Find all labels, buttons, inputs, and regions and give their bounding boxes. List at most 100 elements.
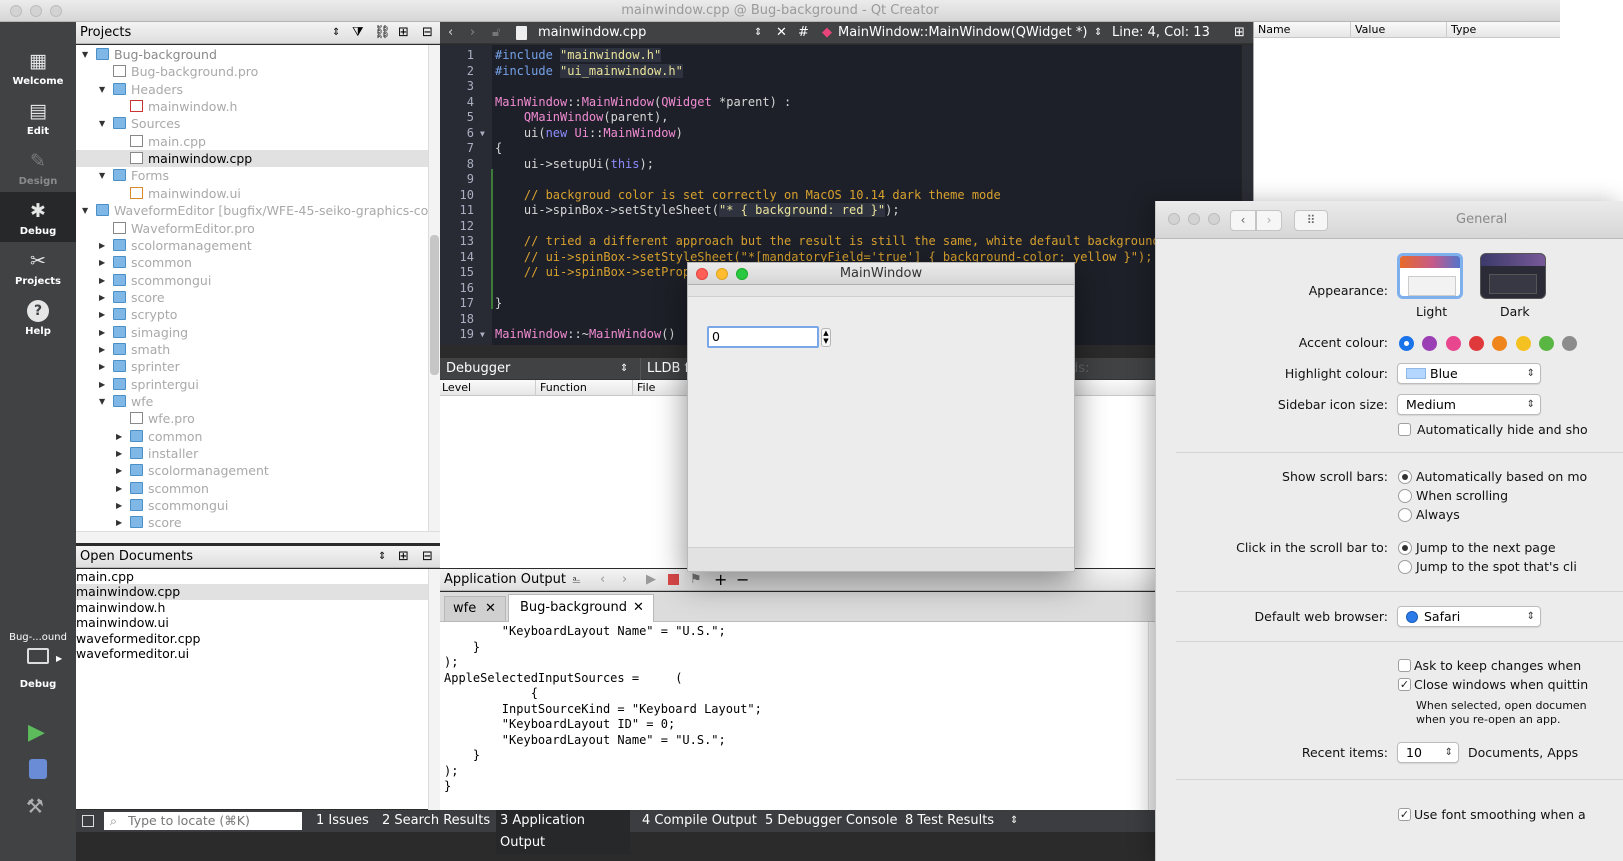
editor-file-name[interactable]: mainwindow.cpp (538, 22, 646, 44)
stack-col-level[interactable]: Level (442, 380, 471, 396)
back-icon[interactable]: ‹ (448, 22, 453, 44)
updown-icon[interactable]: ⇕ (378, 546, 386, 568)
tree-item[interactable]: Bug-background.pro (76, 63, 428, 80)
tree-item[interactable]: ▶ scommon (76, 254, 428, 271)
tree-item[interactable]: ▼ Headers (76, 81, 428, 98)
tree-item[interactable]: main.cpp (76, 133, 428, 150)
updown-icon[interactable]: ⇕ (754, 22, 762, 44)
tree-item[interactable]: ▶ sprinter (76, 358, 428, 375)
tree-item[interactable]: mainwindow.cpp (76, 150, 428, 168)
project-tree-hscrollbar[interactable] (76, 531, 440, 543)
open-docs-scrollbar[interactable] (428, 569, 440, 810)
open-document-item[interactable]: waveformeditor.cpp (76, 631, 428, 647)
close-pane-icon[interactable]: ⊟ (422, 546, 433, 568)
pane-issues[interactable]: 1 Issues (316, 810, 369, 832)
toggle-sidebar-icon[interactable] (82, 815, 94, 827)
updown-icon[interactable]: ⇕ (620, 358, 628, 380)
font-smoothing-checkbox[interactable]: ✓ (1398, 808, 1411, 821)
chevron-right-icon[interactable]: ▶ (116, 497, 124, 514)
tree-item[interactable]: ▶ scommongui (76, 497, 428, 514)
tree-item[interactable]: ▼ Bug-background (76, 46, 428, 63)
tree-item[interactable]: WaveformEditor.pro (76, 220, 428, 237)
tree-item[interactable]: mainwindow.ui (76, 185, 428, 202)
project-tree[interactable]: ▼ Bug-background Bug-background.pro ▼ Header… (76, 45, 428, 543)
open-documents-list[interactable]: main.cpp mainwindow.cpp mainwindow.h mainwi… (76, 569, 428, 809)
pane-test-results[interactable]: 8 Test Results (905, 810, 994, 832)
minimize-icon[interactable] (1188, 213, 1200, 225)
accent-colour-swatch[interactable] (1515, 336, 1531, 351)
accent-colour-swatch[interactable] (1538, 336, 1554, 351)
zoom-icon[interactable] (1208, 213, 1220, 225)
accent-colour-swatch[interactable] (1422, 336, 1438, 351)
chevron-right-icon[interactable]: ▶ (99, 341, 107, 358)
tree-item[interactable]: ▼ wfe (76, 393, 428, 410)
attach-icon[interactable]: ⚑ (690, 569, 702, 591)
tree-item[interactable]: ▶ score (76, 289, 428, 306)
chevron-down-icon[interactable]: ▼ (99, 393, 107, 410)
locals-col-name[interactable]: Name (1258, 22, 1290, 38)
accent-colour-swatch[interactable] (1468, 336, 1484, 351)
zoom-icon[interactable] (50, 5, 62, 17)
scroll-auto-radio[interactable] (1398, 470, 1412, 484)
spinbox-stepper[interactable]: ▲ ▼ (821, 328, 831, 347)
forward-icon[interactable]: › (1256, 210, 1282, 231)
ask-keep-changes-checkbox[interactable] (1398, 659, 1411, 672)
run-icon[interactable]: ▶ (28, 720, 45, 745)
chevron-right-icon[interactable]: ▶ (99, 358, 107, 375)
close-icon[interactable] (10, 5, 22, 17)
scroll-always-radio[interactable] (1398, 508, 1412, 522)
pane-search-results[interactable]: 2 Search Results (382, 810, 490, 832)
scroll-thumb[interactable] (430, 235, 439, 375)
jump-next-page-radio[interactable] (1398, 541, 1412, 555)
close-tab-icon[interactable]: ✕ (633, 595, 644, 621)
rerun-icon[interactable]: ▶ (646, 569, 656, 591)
appearance-light-thumb[interactable] (1397, 253, 1463, 299)
chevron-right-icon[interactable]: ▶ (99, 254, 107, 271)
chevron-down-icon[interactable]: ▼ (99, 81, 107, 98)
chevron-down-icon[interactable]: ▼ (99, 167, 107, 184)
app-output-text[interactable]: "KeyboardLayout Name" = "U.S."; }); Apple… (440, 622, 1160, 810)
stop-icon[interactable] (668, 574, 679, 585)
auto-hide-checkbox[interactable] (1398, 423, 1411, 436)
split-icon[interactable]: ⊞ (398, 22, 409, 44)
locator-input[interactable]: ⌕ Type to locate (⌘K) (104, 812, 302, 830)
open-document-item[interactable]: mainwindow.ui (76, 615, 428, 631)
chevron-right-icon[interactable]: ▶ (99, 272, 107, 289)
chevron-right-icon[interactable]: ▶ (99, 237, 107, 254)
accent-colour-swatch[interactable] (1399, 336, 1414, 351)
mode-debug[interactable]: ✱ Debug (0, 192, 76, 242)
split-icon[interactable]: ⊞ (1234, 22, 1245, 44)
locals-col-type[interactable]: Type (1446, 22, 1476, 38)
accent-colour-swatch[interactable] (1492, 336, 1508, 351)
tree-item[interactable]: wfe.pro (76, 410, 428, 427)
tree-item[interactable]: ▶ simaging (76, 324, 428, 341)
tree-item[interactable]: ▶ smath (76, 341, 428, 358)
tree-item[interactable]: ▶ common (76, 428, 428, 445)
chevron-right-icon[interactable]: ▶ (99, 289, 107, 306)
tree-item[interactable]: ▼ Forms (76, 167, 428, 184)
mode-design[interactable]: ✎ Design (0, 142, 76, 192)
close-windows-checkbox[interactable]: ✓ (1398, 678, 1411, 691)
open-document-item[interactable]: waveformeditor.ui (76, 646, 428, 662)
locals-view[interactable]: Name Value Type (1253, 22, 1560, 202)
zoom-out-icon[interactable]: − (736, 569, 749, 591)
chevron-down-icon[interactable]: ▼ (99, 115, 107, 132)
pane-application-output[interactable]: 3 Application Output (496, 810, 630, 854)
chevron-right-icon[interactable]: ▶ (116, 445, 124, 462)
mode-projects[interactable]: ✂ Projects (0, 242, 76, 292)
stack-col-file[interactable]: File (632, 380, 655, 396)
cursor-position[interactable]: Line: 4, Col: 13 (1112, 22, 1210, 44)
tree-item[interactable]: ▼ Sources (76, 115, 428, 132)
tree-item[interactable]: ▶ scommongui (76, 272, 428, 289)
zoom-in-icon[interactable]: + (714, 569, 727, 591)
pane-debugger-console[interactable]: 5 Debugger Console (765, 810, 898, 832)
mode-edit[interactable]: ▤ Edit (0, 92, 76, 142)
recent-items-stepper[interactable]: 10 ⇕ (1397, 742, 1459, 763)
pane-compile-output[interactable]: 4 Compile Output (642, 810, 757, 832)
back-icon[interactable]: ‹ (600, 569, 605, 591)
minimize-icon[interactable] (716, 268, 728, 280)
tree-item[interactable]: ▶ score (76, 514, 428, 531)
kit-selector[interactable]: Bug-...ound ▶ Debug (0, 632, 76, 690)
tree-item[interactable]: ▼ WaveformEditor [bugfix/WFE-45-seiko-gra… (76, 202, 428, 219)
start-debugging-icon[interactable] (29, 759, 47, 779)
